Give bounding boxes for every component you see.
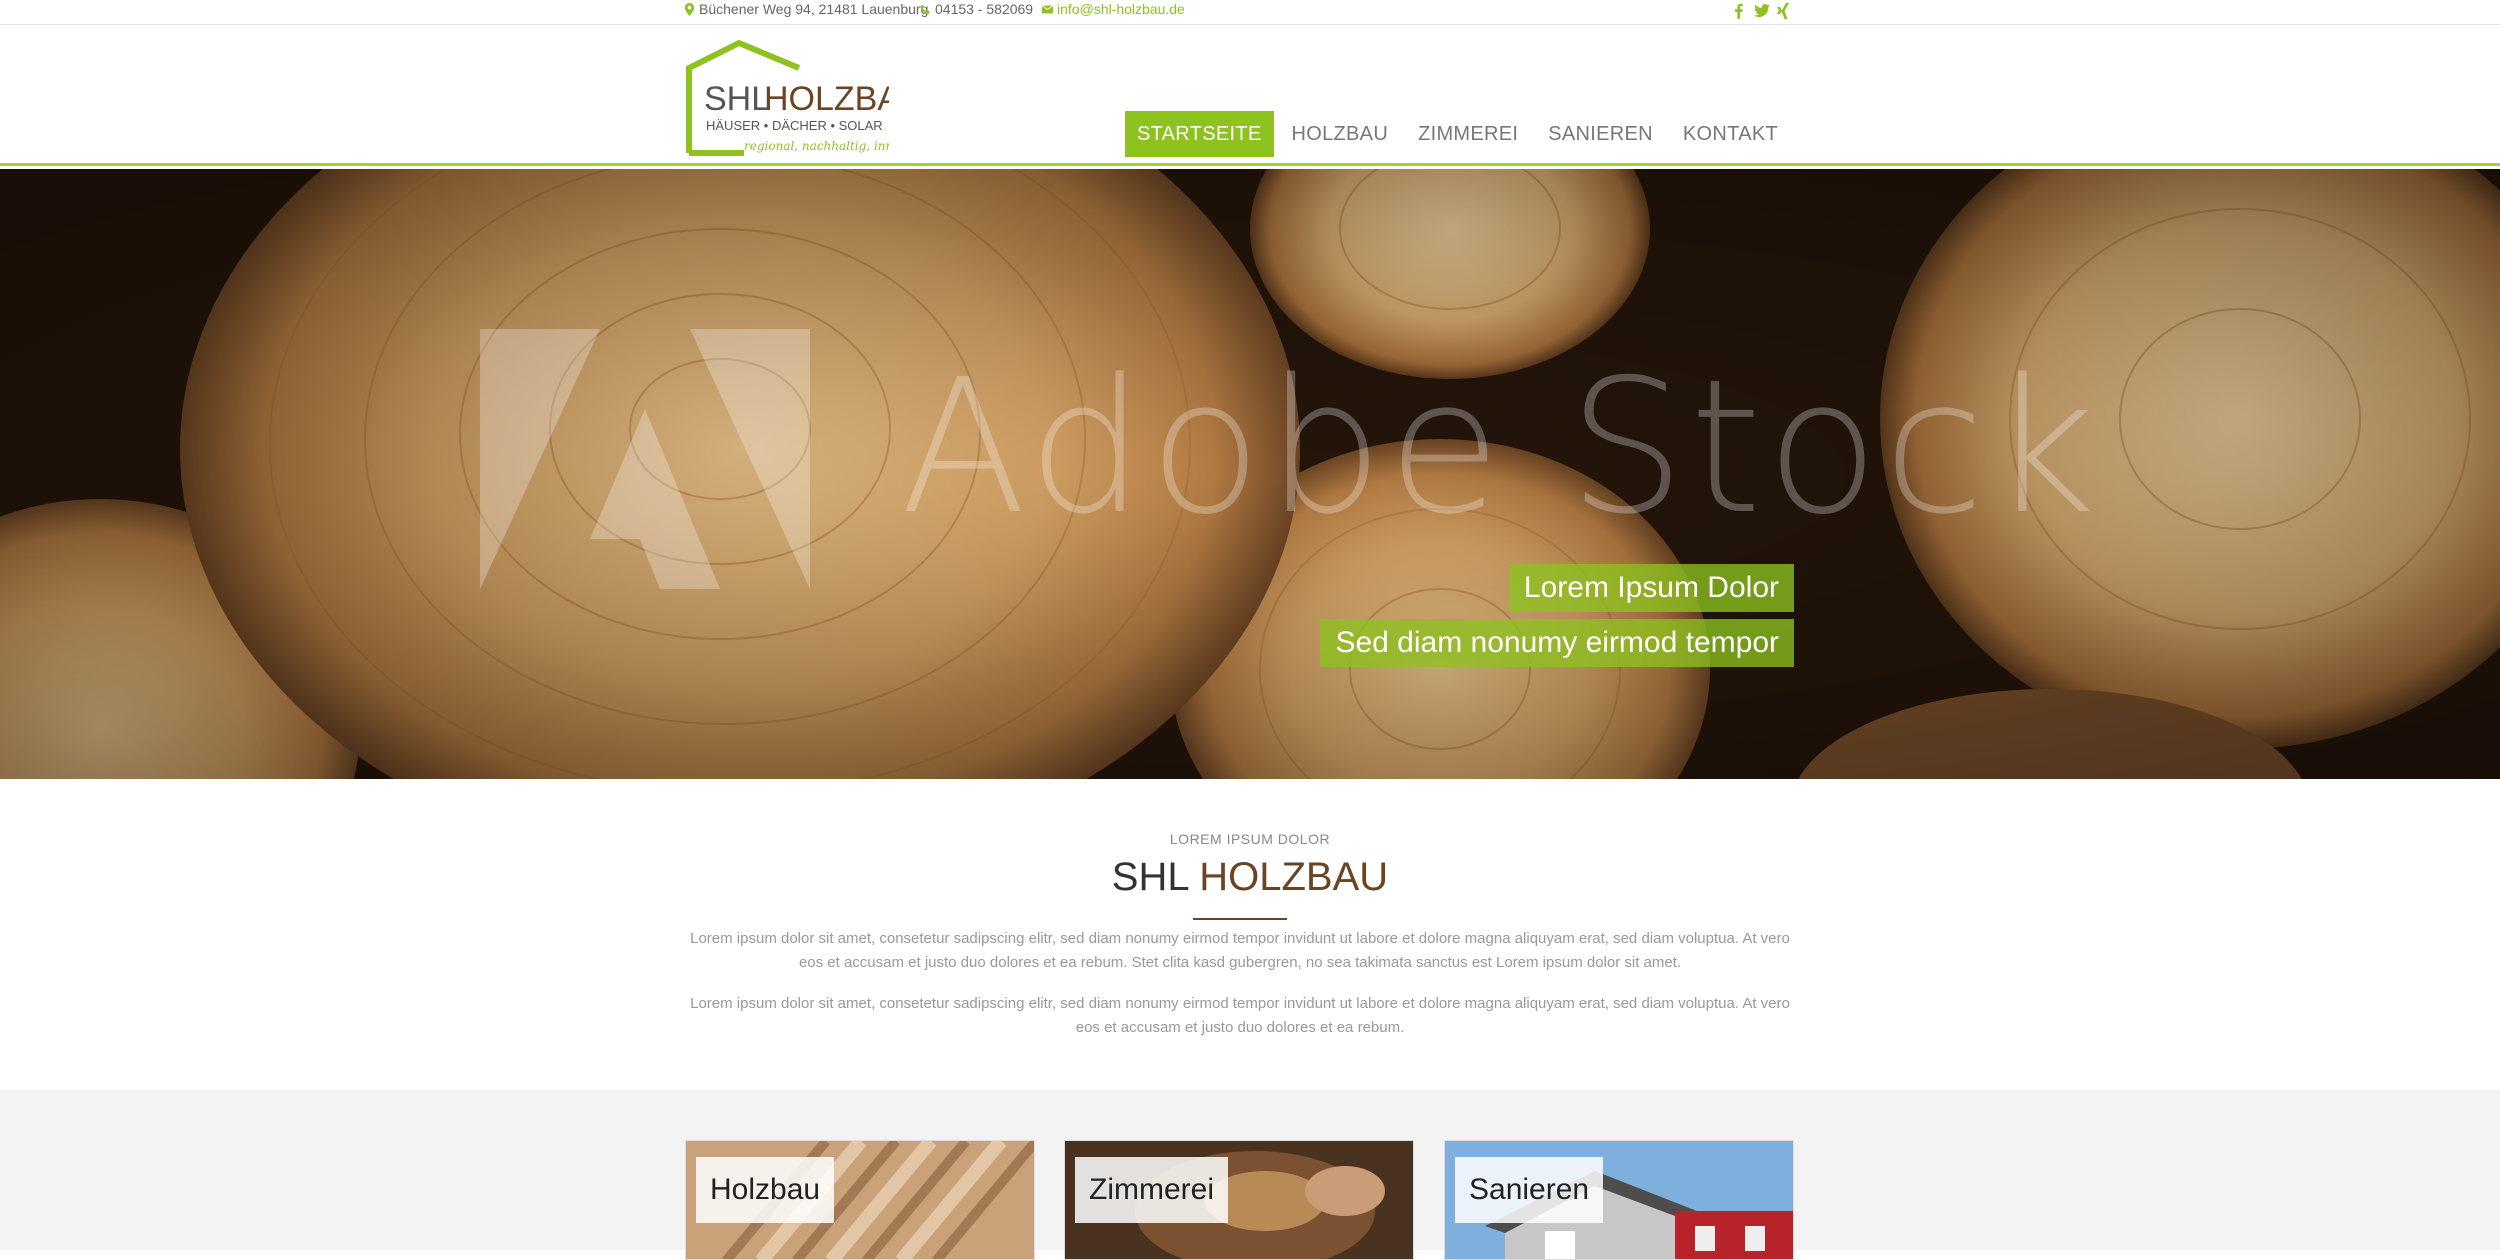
logo-brand-a: SHL	[704, 80, 770, 118]
phone-text: 04153 - 582069	[935, 1, 1034, 17]
nav-startseite[interactable]: STARTSEITE	[1124, 111, 1274, 157]
site-header: SHL HOLZBAU HÄUSER • DÄCHER • SOLAR regi…	[0, 26, 2500, 166]
address-info: Büchener Weg 94, 21481 Lauenburg	[684, 1, 928, 17]
intro-paragraph-2: Lorem ipsum dolor sit amet, consetetur s…	[690, 995, 1790, 1036]
hero-caption-secondary: Sed diam nonumy eirmod tempor	[1320, 619, 1794, 667]
phone-info[interactable]: 04153 - 582069	[920, 1, 1033, 17]
social-links	[1732, 3, 1790, 19]
envelope-icon	[1042, 4, 1053, 13]
facebook-icon[interactable]	[1732, 3, 1746, 19]
logo-brand-b: HOLZBAU	[764, 80, 889, 118]
company-logo[interactable]: SHL HOLZBAU HÄUSER • DÄCHER • SOLAR regi…	[684, 38, 889, 160]
email-link[interactable]: info@shl-holzbau.de	[1042, 1, 1185, 17]
address-text: Büchener Weg 94, 21481 Lauenburg	[699, 1, 929, 17]
card-label-sanieren: Sanieren	[1455, 1157, 1604, 1223]
hero-slider[interactable]: Adobe Stock Lorem Ipsum Dolor Sed diam n…	[0, 169, 2500, 779]
adobe-stock-logo-icon	[480, 329, 810, 589]
top-contact-bar: Büchener Weg 94, 21481 Lauenburg 04153 -…	[0, 0, 2500, 25]
nav-kontakt[interactable]: KONTAKT	[1671, 111, 1790, 157]
xing-icon[interactable]	[1776, 3, 1790, 19]
nav-sanieren[interactable]: SANIEREN	[1536, 111, 1665, 157]
intro-title-a: SHL	[1111, 855, 1200, 899]
intro-paragraph-1: Lorem ipsum dolor sit amet, consetetur s…	[690, 930, 1790, 971]
service-cards-section: Holzbau Zimmerei Sanieren	[0, 1090, 2500, 1260]
title-divider	[1193, 918, 1287, 920]
card-label-holzbau: Holzbau	[696, 1157, 835, 1223]
phone-icon	[920, 3, 930, 14]
intro-kicker: LOREM IPSUM DOLOR	[1169, 831, 1331, 847]
intro-section: LOREM IPSUM DOLOR SHL HOLZBAU Lorem ipsu…	[0, 779, 2500, 1090]
intro-title: SHL HOLZBAU	[0, 855, 2500, 900]
logo-tagline: HÄUSER • DÄCHER • SOLAR	[706, 118, 883, 133]
card-holzbau[interactable]: Holzbau	[685, 1140, 1035, 1260]
map-marker-icon	[684, 2, 695, 16]
main-navigation: STARTSEITE HOLZBAU ZIMMEREI SANIEREN KON…	[1124, 111, 1790, 157]
card-label-zimmerei: Zimmerei	[1075, 1157, 1228, 1223]
twitter-icon[interactable]	[1754, 3, 1770, 19]
intro-title-b: HOLZBAU	[1199, 855, 1389, 899]
card-sanieren[interactable]: Sanieren	[1444, 1140, 1794, 1260]
logo-slogan: regional, nachhaltig, innovativ	[744, 139, 889, 153]
nav-zimmerei[interactable]: ZIMMEREI	[1406, 111, 1530, 157]
nav-holzbau[interactable]: HOLZBAU	[1280, 111, 1401, 157]
hero-caption-primary: Lorem Ipsum Dolor	[1508, 564, 1794, 612]
card-zimmerei[interactable]: Zimmerei	[1064, 1140, 1414, 1260]
adobe-stock-watermark: Adobe Stock	[900, 339, 2100, 555]
email-text: info@shl-holzbau.de	[1057, 1, 1185, 17]
